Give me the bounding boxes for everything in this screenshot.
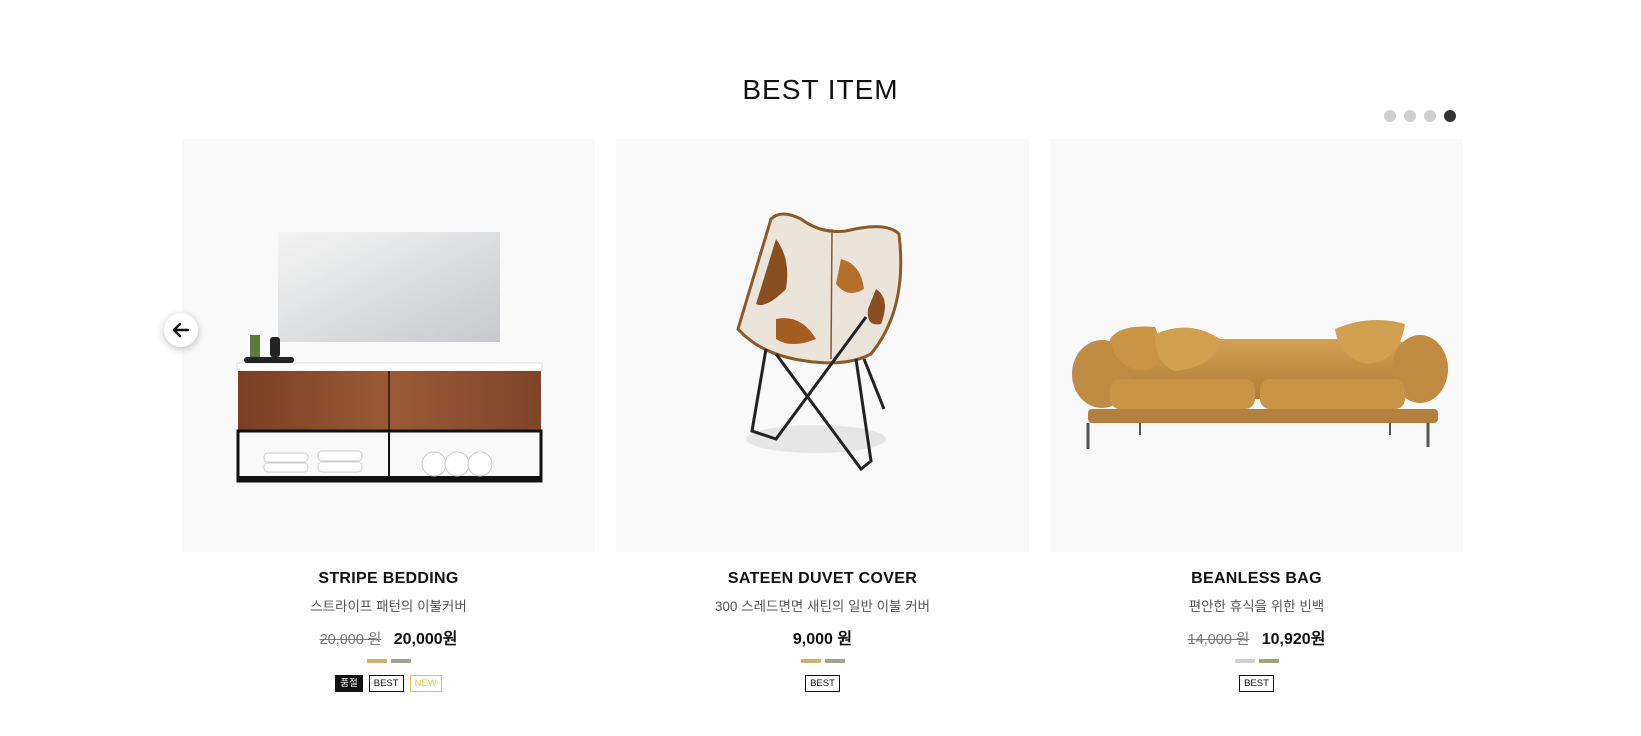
new-badge: NEW [409, 675, 442, 692]
product-badges: 품절 BEST NEW [182, 675, 595, 692]
color-swatch [1234, 659, 1255, 663]
product-price-row: 14,000 원 10,920원 [1050, 625, 1463, 649]
product-description: 편안한 휴식을 위한 빈백 [1188, 599, 1325, 614]
product-price-row: 20,000 원 20,000원 [182, 625, 595, 649]
product-name[interactable]: SATEEN DUVET COVER [616, 570, 1029, 588]
color-swatch [1258, 659, 1279, 663]
section-title: BEST ITEM [742, 74, 899, 105]
color-swatches [182, 659, 595, 663]
carousel-pager [1384, 110, 1456, 122]
product-price-row: 9,000 원 [616, 625, 1029, 649]
original-price: 20,000 원 [319, 632, 382, 648]
product-name[interactable]: BEANLESS BAG [1050, 570, 1463, 588]
pager-dot-3[interactable] [1424, 110, 1436, 122]
pager-dot-1[interactable] [1384, 110, 1396, 122]
sale-price: 10,920원 [1261, 631, 1326, 648]
product-name[interactable]: STRIPE BEDDING [182, 570, 595, 588]
original-price: 14,000 원 [1187, 632, 1250, 648]
best-badge: BEST [805, 675, 840, 692]
product-card-1: STRIPE BEDDING 스트라이프 패턴의 이불커버 20,000 원 2… [182, 139, 595, 692]
color-swatches [616, 659, 1029, 663]
color-swatch [366, 659, 387, 663]
product-description: 300 스레드면면 새틴의 일반 이불 커버 [714, 599, 931, 614]
color-swatches [1050, 659, 1463, 663]
pager-dot-2[interactable] [1404, 110, 1416, 122]
prev-slide-button[interactable] [164, 313, 198, 347]
soldout-badge: 품절 [335, 675, 363, 692]
best-badge: BEST [368, 675, 404, 692]
color-swatch [824, 659, 845, 663]
color-swatch [800, 659, 821, 663]
product-image-3[interactable] [1050, 139, 1463, 552]
product-description: 스트라이프 패턴의 이불커버 [310, 599, 467, 614]
leather-sofa-image [1072, 320, 1448, 449]
product-badges: BEST [1050, 675, 1463, 692]
bathroom-vanity-image [236, 232, 543, 483]
product-image-1[interactable] [182, 139, 595, 552]
sale-price: 20,000원 [393, 631, 458, 648]
product-card-2: SATEEN DUVET COVER 300 스레드면면 새틴의 일반 이불 커… [616, 139, 1029, 692]
color-swatch [390, 659, 411, 663]
arrow-left-icon [172, 322, 190, 338]
product-badges: BEST [616, 675, 1029, 692]
sale-price: 9,000 원 [792, 631, 853, 648]
butterfly-chair-image [736, 212, 903, 472]
best-badge: BEST [1239, 675, 1274, 692]
product-image-2[interactable] [616, 139, 1029, 552]
product-card-3: BEANLESS BAG 편안한 휴식을 위한 빈백 14,000 원 10,9… [1050, 139, 1463, 692]
pager-dot-4[interactable] [1444, 110, 1456, 122]
